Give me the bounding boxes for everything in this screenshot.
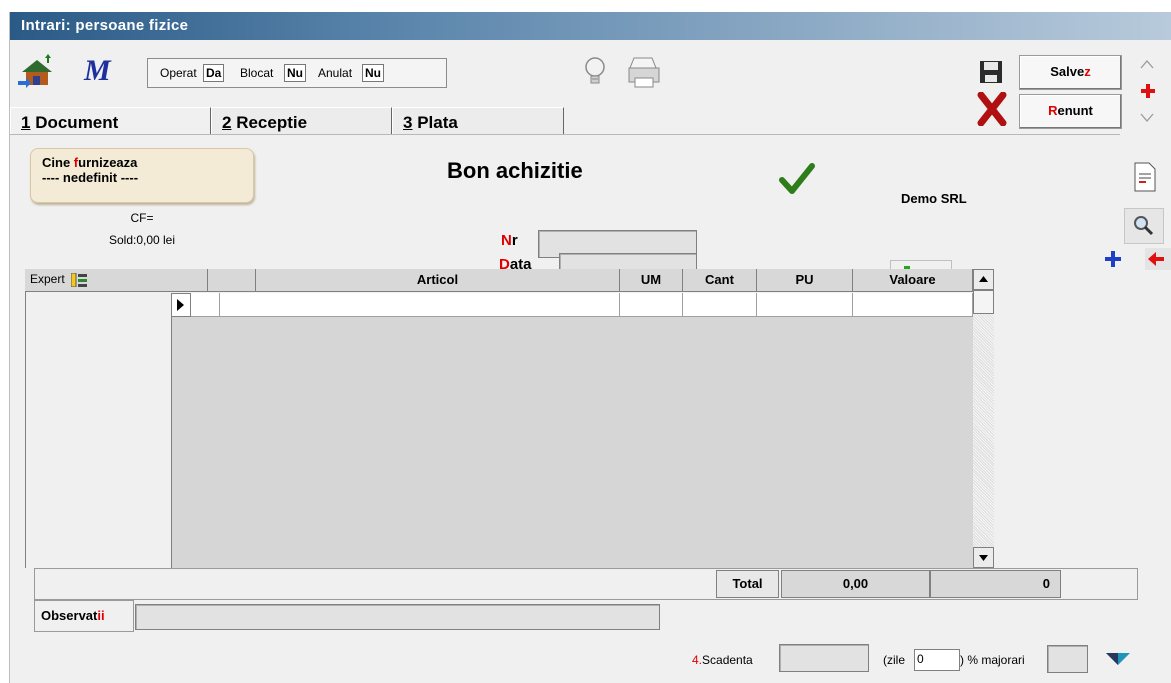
observatii-label: Observatii (34, 600, 134, 632)
tab-receptie-label: Receptie (231, 113, 308, 132)
anulat-label: Anulat (318, 66, 353, 80)
total-label: Total (716, 570, 779, 598)
back-arrow-icon[interactable] (1145, 248, 1171, 270)
blocat-label: Blocat (240, 66, 274, 80)
col-header-um[interactable]: UM (620, 269, 683, 292)
col-header-articol[interactable]: Articol (256, 269, 620, 292)
save-label: Salve (1050, 64, 1085, 79)
cell-um[interactable] (620, 293, 683, 317)
grid-body (171, 317, 990, 568)
expand-down-icon[interactable] (1103, 648, 1133, 668)
operat-value[interactable]: Da (203, 64, 225, 82)
operat-label: Operat (160, 66, 197, 80)
cancel-accent: R (1048, 103, 1058, 118)
row-blank-cell[interactable] (191, 293, 220, 317)
scroll-up-button[interactable] (973, 269, 994, 290)
scadenta-input[interactable] (779, 644, 869, 672)
title-bar: Intrari: persoane fizice (10, 12, 1171, 40)
cell-cant[interactable] (683, 293, 757, 317)
add-record-icon[interactable] (1141, 84, 1155, 98)
printer-icon[interactable] (626, 54, 662, 90)
col-header-valoare[interactable]: Valoare (853, 269, 973, 292)
macro-icon[interactable]: M (82, 56, 128, 86)
scroll-down-icon[interactable] (1139, 112, 1155, 124)
document-title: Bon achizitie (447, 158, 583, 183)
observatii-input[interactable] (135, 604, 660, 630)
cell-pu[interactable] (757, 293, 853, 317)
svg-text:M: M (83, 56, 112, 86)
document-icon[interactable] (1134, 162, 1156, 192)
total-count: 0 (930, 570, 1061, 598)
blank-header (208, 269, 256, 292)
nr-label: Nr (501, 232, 518, 249)
blocat-value[interactable]: Nu (284, 64, 306, 82)
cell-valoare[interactable] (853, 293, 973, 317)
col-header-pu[interactable]: PU (757, 269, 853, 292)
cancel-x-icon[interactable] (977, 92, 1007, 126)
scroll-down-button[interactable] (973, 547, 994, 568)
tab-document-label: Document (30, 113, 119, 132)
cell-articol[interactable] (220, 293, 620, 317)
grid-scrollbar[interactable] (973, 269, 994, 568)
window-title: Intrari: persoane fizice (21, 17, 189, 34)
insert-plus-icon[interactable] (1105, 251, 1121, 267)
save-accent: z (1084, 64, 1091, 79)
save-button[interactable]: Salvez (1019, 55, 1122, 90)
scadenta-label: 4.Scadenta (692, 653, 753, 667)
cancel-label: enunt (1057, 103, 1093, 118)
supplier-sold: Sold:0,00 lei (108, 233, 176, 247)
expert-label: Expert (30, 272, 65, 286)
tab-plata[interactable]: 3 Plata (392, 107, 564, 135)
tab-document[interactable]: 1 Document (10, 107, 211, 135)
tab-plata-label: Plata (412, 113, 458, 132)
supplier-label-b: urnizeaza (78, 155, 138, 170)
majorari-label: ) % majorari (960, 653, 1025, 667)
lightbulb-icon[interactable] (583, 54, 607, 88)
home-icon[interactable] (18, 54, 56, 88)
valid-check-icon[interactable] (779, 163, 815, 195)
company-name: Demo SRL (901, 191, 967, 206)
status-flags: Operat Da Blocat Nu Anulat Nu (147, 58, 447, 88)
col-header-cant[interactable]: Cant (683, 269, 757, 292)
supplier-value: ---- nedefinit ---- (42, 170, 139, 185)
tab-receptie[interactable]: 2 Receptie (211, 107, 392, 135)
supplier-cf: CF= (130, 211, 154, 225)
supplier-label-a: Cine (42, 155, 74, 170)
main-window: Intrari: persoane fizice M Operat Da Blo… (9, 12, 1171, 683)
grid-left-panel (25, 269, 171, 568)
cancel-button[interactable]: Renunt (1019, 94, 1122, 129)
total-value: 0,00 (781, 570, 930, 598)
scroll-up-icon[interactable] (1139, 58, 1155, 70)
zile-label: (zile (883, 653, 906, 667)
supplier-button[interactable]: Cine furnizeaza ---- nedefinit ---- (30, 148, 254, 203)
row-indicator[interactable] (171, 293, 191, 317)
grid-right-panel (990, 269, 1138, 568)
expert-header[interactable]: Expert (25, 269, 208, 292)
zile-input[interactable]: 0 (914, 649, 960, 671)
save-disk-icon[interactable] (979, 60, 1003, 84)
scroll-thumb[interactable] (973, 290, 994, 314)
search-icon[interactable] (1124, 208, 1164, 244)
expert-tree-icon[interactable] (71, 272, 89, 287)
tab-panel-border (10, 134, 1120, 135)
majorari-input[interactable] (1047, 645, 1088, 673)
anulat-value[interactable]: Nu (362, 64, 384, 82)
